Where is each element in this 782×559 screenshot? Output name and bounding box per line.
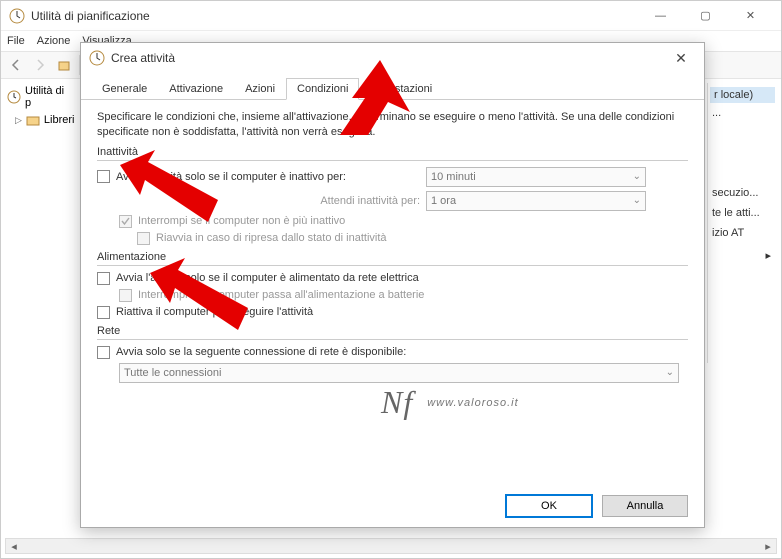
- combo-idle-duration[interactable]: 10 minuti ⌄: [426, 167, 646, 187]
- maximize-button[interactable]: ▢: [683, 2, 728, 30]
- checkbox-wake[interactable]: [97, 306, 110, 319]
- menu-file[interactable]: File: [7, 35, 25, 47]
- folder-icon: [26, 113, 40, 127]
- clock-icon: [7, 90, 21, 104]
- scroll-left-icon[interactable]: ◂: [6, 539, 22, 553]
- tree-panel: Utilità di p ▷ Libreri: [5, 83, 75, 534]
- close-button[interactable]: ✕: [728, 2, 773, 30]
- annotation-arrow: [130, 238, 250, 338]
- app-icon: [9, 8, 25, 24]
- cancel-button[interactable]: Annulla: [602, 495, 688, 517]
- checkbox-ac-power[interactable]: [97, 272, 110, 285]
- main-titlebar: Utilità di pianificazione — ▢ ✕: [1, 1, 781, 31]
- actions-item[interactable]: te le atti...: [710, 203, 775, 223]
- actions-panel: r locale) ... secuzio... te le atti... i…: [707, 83, 777, 363]
- actions-item[interactable]: secuzio...: [710, 183, 775, 203]
- tab-azioni[interactable]: Azioni: [234, 78, 286, 100]
- chevron-down-icon: ⌄: [666, 367, 674, 378]
- up-button[interactable]: [53, 54, 75, 76]
- watermark-text: www.valoroso.it: [427, 397, 518, 409]
- watermark: Nf www.valoroso.it: [381, 384, 519, 421]
- tree-lib[interactable]: ▷ Libreri: [5, 111, 75, 129]
- chevron-right-icon[interactable]: ▸: [710, 243, 775, 268]
- tree-root[interactable]: Utilità di p: [5, 83, 75, 111]
- combo-network[interactable]: Tutte le connessioni ⌄: [119, 363, 679, 383]
- forward-button[interactable]: [29, 54, 51, 76]
- dialog-close-button[interactable]: ✕: [666, 46, 696, 70]
- actions-item[interactable]: izio AT: [710, 223, 775, 243]
- combo-network-value: Tutte le connessioni: [124, 367, 221, 379]
- tab-attivazione[interactable]: Attivazione: [158, 78, 234, 100]
- task-icon: [89, 50, 105, 66]
- scroll-right-icon[interactable]: ▸: [760, 539, 776, 553]
- tree-lib-label: Libreri: [44, 114, 75, 126]
- chevron-down-icon: ⌄: [633, 171, 641, 182]
- combo-wait-duration-value: 1 ora: [431, 195, 456, 207]
- actions-header: r locale): [710, 87, 775, 103]
- combo-idle-duration-value: 10 minuti: [431, 171, 476, 183]
- tab-generale[interactable]: Generale: [91, 78, 158, 100]
- horizontal-scrollbar[interactable]: ◂ ▸: [5, 538, 777, 554]
- window-controls: — ▢ ✕: [638, 2, 773, 30]
- combo-wait-duration[interactable]: 1 ora ⌄: [426, 191, 646, 211]
- annotation-arrow: [100, 130, 220, 230]
- main-title: Utilità di pianificazione: [31, 9, 638, 23]
- menu-azione[interactable]: Azione: [37, 35, 71, 47]
- watermark-logo: Nf: [381, 384, 413, 421]
- checkbox-network[interactable]: [97, 346, 110, 359]
- tree-root-label: Utilità di p: [25, 85, 73, 109]
- minimize-button[interactable]: —: [638, 2, 683, 30]
- chevron-right-icon: ▷: [15, 115, 22, 126]
- annotation-arrow: [290, 60, 410, 160]
- label-network: Avvia solo se la seguente connessione di…: [116, 346, 406, 358]
- ok-button[interactable]: OK: [506, 495, 592, 517]
- back-button[interactable]: [5, 54, 27, 76]
- chevron-down-icon: ⌄: [633, 195, 641, 206]
- dialog-buttons: OK Annulla: [81, 485, 704, 527]
- actions-item[interactable]: ...: [710, 103, 775, 123]
